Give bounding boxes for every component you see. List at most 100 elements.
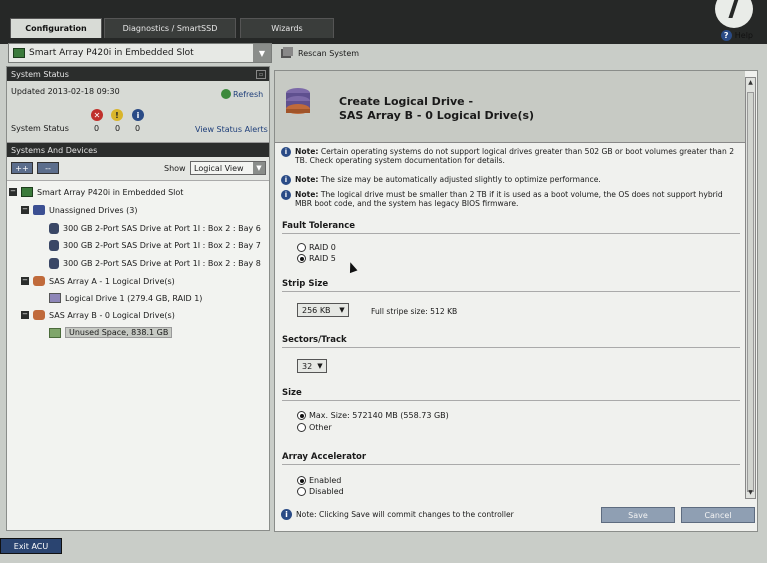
- tree-item-label: 300 GB 2-Port SAS Drive at Port 1I : Box…: [63, 241, 261, 250]
- chevron-down-icon[interactable]: ▼: [315, 361, 325, 371]
- tree-item-controller[interactable]: − Smart Array P420i in Embedded Slot: [9, 187, 183, 197]
- accelerator-enabled-option[interactable]: Enabled: [297, 476, 341, 485]
- enabled-label: Enabled: [309, 476, 342, 485]
- other-size-option[interactable]: Other: [297, 423, 332, 432]
- controller-icon: [21, 187, 33, 197]
- tree-item-drive-7[interactable]: 300 GB 2-Port SAS Drive at Port 1I : Box…: [49, 240, 261, 251]
- rescan-label: Rescan System: [298, 48, 360, 58]
- status-label: System Status: [11, 124, 69, 133]
- array-icon: [33, 310, 45, 320]
- updated-text: Updated 2013-02-18 09:30: [11, 87, 120, 96]
- note-boot-volume: i Note: The logical drive must be smalle…: [281, 190, 741, 208]
- help-link[interactable]: ? Help: [720, 30, 753, 41]
- chevron-down-icon[interactable]: ▼: [337, 305, 347, 315]
- info-icon: i: [281, 175, 291, 185]
- tree-item-unused-space[interactable]: Unused Space, 838.1 GB: [49, 327, 173, 338]
- sectors-track-value: 32: [302, 361, 313, 371]
- tree-item-drive-8[interactable]: 300 GB 2-Port SAS Drive at Port 1I : Box…: [49, 258, 261, 269]
- tree-item-label: Smart Array P420i in Embedded Slot: [37, 187, 184, 197]
- tree-item-unassigned[interactable]: − Unassigned Drives (3): [21, 205, 137, 215]
- max-size-option[interactable]: Max. Size: 572140 MB (558.73 GB): [297, 411, 449, 420]
- controller-icon: [13, 48, 25, 58]
- collapse-icon[interactable]: −: [21, 206, 29, 214]
- scrollbar[interactable]: ▲ ▼: [745, 77, 756, 499]
- size-title: Size: [282, 388, 302, 398]
- info-icon: i: [281, 147, 291, 157]
- tab-diagnostics[interactable]: Diagnostics / SmartSSD: [104, 18, 236, 38]
- enabled-radio[interactable]: [297, 476, 306, 485]
- warning-count: 0: [115, 124, 121, 133]
- chevron-down-icon[interactable]: ▼: [253, 162, 265, 174]
- system-status-header: System Status ▫: [7, 67, 269, 81]
- raid5-label: RAID 5: [309, 254, 336, 263]
- note-label: Note:: [295, 147, 319, 156]
- info-icon: i: [132, 109, 144, 121]
- chevron-down-icon[interactable]: ▼: [253, 44, 271, 62]
- note-text: The size may be automatically adjusted s…: [320, 175, 601, 184]
- strip-size-select[interactable]: 256 KB ▼: [297, 303, 349, 317]
- unused-space-icon: [49, 327, 61, 338]
- disabled-radio[interactable]: [297, 487, 306, 496]
- sectors-track-select[interactable]: 32 ▼: [297, 359, 327, 373]
- controller-select[interactable]: Smart Array P420i in Embedded Slot ▼: [8, 43, 272, 63]
- collapse-icon[interactable]: −: [21, 311, 29, 319]
- note-os-support: i Note: Certain operating systems do not…: [281, 147, 741, 165]
- raid0-label: RAID 0: [309, 243, 336, 252]
- other-size-radio[interactable]: [297, 423, 306, 432]
- max-size-radio[interactable]: [297, 411, 306, 420]
- tree-item-logical-drive-1[interactable]: Logical Drive 1 (279.4 GB, RAID 1): [49, 293, 202, 303]
- save-button[interactable]: Save: [601, 507, 675, 523]
- collapse-icon[interactable]: −: [21, 277, 29, 285]
- tree-item-label: Logical Drive 1 (279.4 GB, RAID 1): [65, 293, 203, 303]
- view-status-alerts-link[interactable]: View Status Alerts: [195, 125, 268, 134]
- minimize-icon[interactable]: ▫: [256, 69, 266, 79]
- view-select[interactable]: Logical View ▼: [190, 161, 266, 175]
- tree-item-label: SAS Array B - 0 Logical Drive(s): [49, 310, 175, 320]
- show-label: Show: [164, 164, 186, 173]
- left-panel: System Status ▫ Updated 2013-02-18 09:30…: [6, 66, 270, 531]
- controller-selected: Smart Array P420i in Embedded Slot: [29, 48, 194, 58]
- warning-icon: !: [111, 109, 123, 121]
- hard-drive-icon: [49, 223, 59, 234]
- disabled-label: Disabled: [309, 487, 344, 496]
- raid5-option[interactable]: RAID 5: [297, 254, 336, 263]
- critical-icon: ✕: [91, 109, 103, 121]
- fault-tolerance-title: Fault Tolerance: [282, 221, 356, 231]
- tab-wizards[interactable]: Wizards: [240, 18, 334, 38]
- scroll-up-icon[interactable]: ▲: [747, 79, 754, 87]
- main-panel: Create Logical Drive - SAS Array B - 0 L…: [274, 70, 758, 532]
- divider: [282, 464, 740, 465]
- tree-item-drive-6[interactable]: 300 GB 2-Port SAS Drive at Port 1I : Box…: [49, 223, 261, 234]
- info-icon: i: [281, 509, 292, 520]
- array-accelerator-title: Array Accelerator: [282, 452, 367, 462]
- scroll-thumb[interactable]: [747, 92, 754, 492]
- raid0-radio[interactable]: [297, 243, 306, 252]
- tree-item-label: 300 GB 2-Port SAS Drive at Port 1I : Box…: [63, 259, 261, 268]
- tree-item-label: Unused Space, 838.1 GB: [65, 327, 173, 338]
- tab-configuration[interactable]: Configuration: [10, 18, 102, 38]
- exit-acu-button[interactable]: Exit ACU: [0, 538, 62, 554]
- other-size-label: Other: [309, 423, 332, 432]
- note-text: Certain operating systems do not support…: [295, 147, 735, 165]
- help-label: Help: [734, 31, 753, 40]
- refresh-link[interactable]: Refresh: [221, 89, 263, 99]
- scroll-down-icon[interactable]: ▼: [747, 489, 754, 497]
- raid0-option[interactable]: RAID 0: [297, 243, 336, 252]
- tree-item-array-b[interactable]: − SAS Array B - 0 Logical Drive(s): [21, 310, 175, 320]
- strip-size-title: Strip Size: [282, 279, 329, 289]
- expand-all-button[interactable]: ++: [11, 162, 33, 174]
- hard-drive-icon: [49, 258, 59, 269]
- collapse-all-button[interactable]: --: [37, 162, 59, 174]
- info-count: 0: [135, 124, 141, 133]
- note-label: Note:: [295, 175, 319, 184]
- collapse-icon[interactable]: −: [9, 188, 17, 196]
- rescan-icon: [281, 47, 293, 58]
- view-selected: Logical View: [194, 163, 244, 173]
- full-stripe-size: Full stripe size: 512 KB: [371, 307, 458, 316]
- accelerator-disabled-option[interactable]: Disabled: [297, 487, 344, 496]
- divider: [282, 347, 740, 348]
- cancel-button[interactable]: Cancel: [681, 507, 755, 523]
- tree-item-array-a[interactable]: − SAS Array A - 1 Logical Drive(s): [21, 276, 175, 286]
- raid5-radio[interactable]: [297, 254, 306, 263]
- rescan-button[interactable]: Rescan System: [280, 46, 359, 60]
